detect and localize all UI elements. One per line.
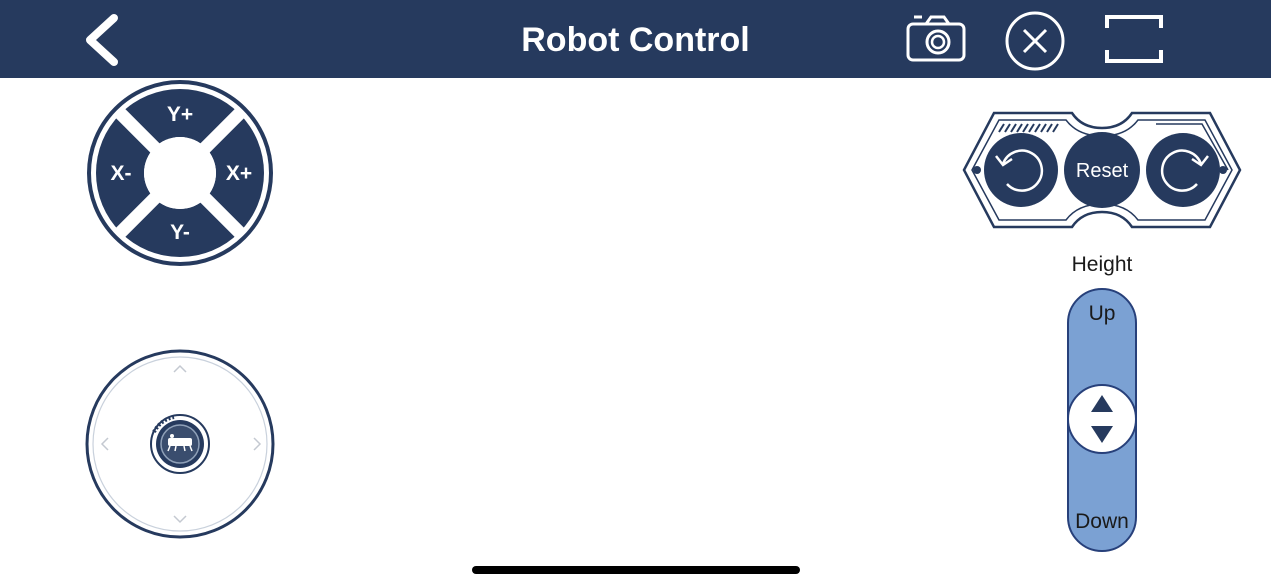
- back-button[interactable]: [80, 14, 124, 66]
- dpad-right-label: X+: [226, 162, 252, 185]
- joystick-control[interactable]: [82, 346, 278, 542]
- rotate-right-button[interactable]: [1146, 133, 1220, 207]
- home-indicator: [472, 566, 800, 574]
- dpad-up-label: Y+: [167, 103, 193, 126]
- height-up-label[interactable]: Up: [1067, 302, 1137, 326]
- dpad-control: Y+ Y- X- X+: [87, 80, 273, 266]
- joystick-knob[interactable]: [150, 414, 210, 474]
- close-circle-icon: [1005, 11, 1065, 71]
- rotate-left-button[interactable]: [984, 133, 1058, 207]
- close-button[interactable]: [1004, 10, 1066, 72]
- dpad-down-label: Y-: [170, 221, 190, 244]
- up-down-arrows-icon: [1091, 395, 1113, 443]
- dpad-left-label: X-: [111, 162, 132, 185]
- reset-label: Reset: [1076, 160, 1129, 182]
- reset-button[interactable]: Reset: [1064, 132, 1140, 208]
- height-title: Height: [1071, 253, 1133, 276]
- rotation-panel: Reset: [962, 111, 1242, 229]
- camera-icon: [906, 15, 966, 62]
- fullscreen-icon: [1105, 15, 1163, 63]
- page-title: Robot Control: [521, 21, 750, 59]
- height-down-label[interactable]: Down: [1062, 510, 1142, 534]
- height-slider-knob[interactable]: [1067, 384, 1137, 454]
- robot-control-screen: Robot Control Y+ Y- X- X+ Reset Height U…: [0, 0, 1271, 587]
- camera-button[interactable]: [906, 14, 968, 64]
- fullscreen-button[interactable]: [1104, 14, 1164, 64]
- chevron-left-icon: [86, 14, 118, 66]
